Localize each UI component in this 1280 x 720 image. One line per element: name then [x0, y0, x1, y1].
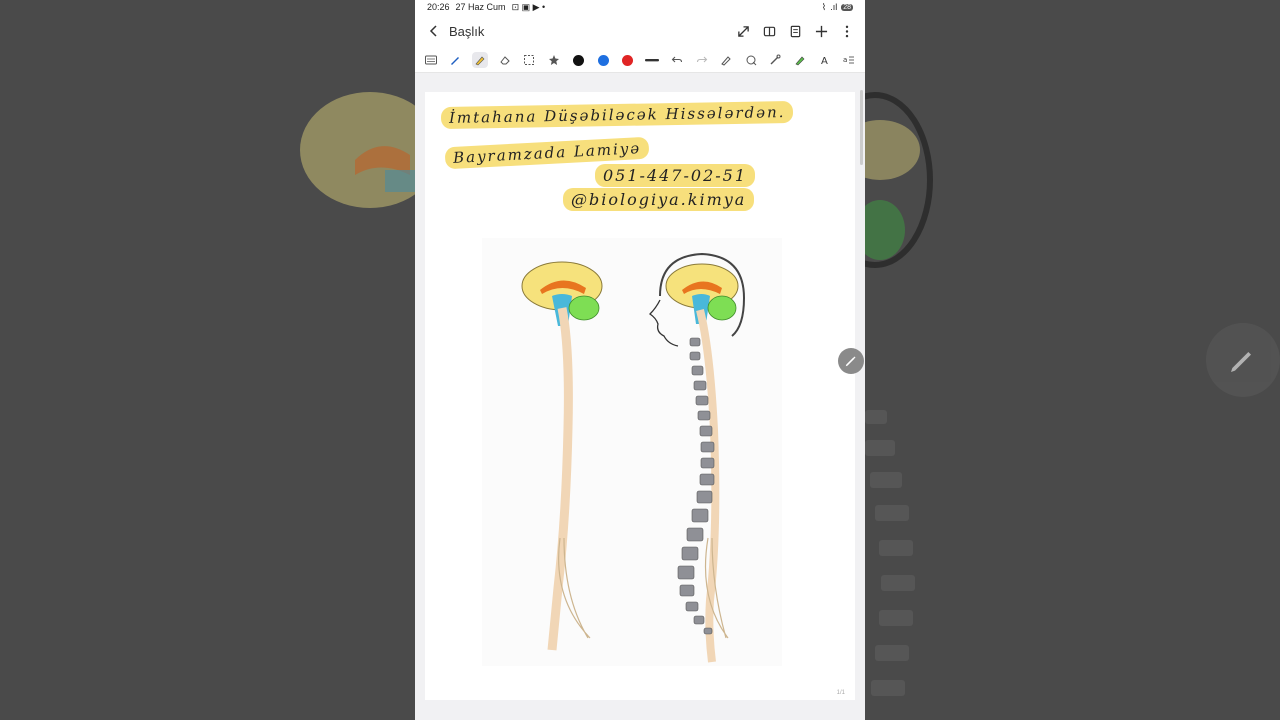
page-number: 1/1 — [836, 690, 845, 696]
back-button[interactable] — [425, 22, 443, 40]
highlighter-icon — [475, 56, 485, 66]
split-view-button[interactable] — [761, 23, 777, 39]
edit-fab-blurred — [1206, 323, 1280, 397]
nervous-system-illustration — [482, 238, 782, 666]
stroke-width-tool[interactable] — [644, 52, 660, 68]
status-date: 27 Haz Cum — [455, 2, 506, 12]
title-bar: Başlık — [415, 14, 865, 48]
handwritten-title: İmtahana Düşəbiləcək Hissələrdən. — [440, 100, 794, 130]
chevron-left-icon — [429, 25, 437, 37]
text-icon: A — [821, 56, 828, 66]
more-vertical-icon — [845, 25, 849, 37]
color-black[interactable] — [571, 52, 587, 68]
pen-settings-icon — [721, 56, 731, 66]
selection-icon — [524, 55, 535, 65]
ocr-tool[interactable]: a — [841, 52, 857, 68]
star-icon — [548, 55, 559, 65]
pen-settings-tool[interactable] — [718, 52, 734, 68]
color-swatch-black — [572, 54, 584, 66]
more-menu-button[interactable] — [839, 23, 855, 39]
redo-button[interactable] — [694, 52, 710, 68]
edit-button[interactable] — [838, 348, 864, 374]
expand-button[interactable] — [735, 23, 751, 39]
page-title[interactable]: Başlık — [449, 24, 735, 39]
eraser-tool[interactable] — [497, 52, 513, 68]
color-swatch-red — [622, 54, 634, 66]
plus-icon — [815, 25, 827, 37]
color-blue[interactable] — [595, 52, 611, 68]
laser-tool[interactable] — [768, 52, 784, 68]
background-blur-left — [0, 0, 415, 720]
expand-icon — [737, 25, 749, 37]
color-red[interactable] — [620, 52, 636, 68]
undo-button[interactable] — [669, 52, 685, 68]
lasso-tool[interactable] — [521, 52, 537, 68]
undo-icon — [671, 56, 682, 63]
convert-text-icon: a — [843, 56, 855, 64]
keyboard-tool[interactable] — [423, 52, 439, 68]
highlighter-tool[interactable] — [472, 52, 488, 68]
split-view-icon — [763, 26, 775, 36]
notification-icons: ⊡ ▣ ▶ • — [511, 1, 546, 12]
eraser-icon — [499, 56, 510, 65]
handwritten-phone: 051-447-02-51 — [595, 164, 756, 187]
shape-pen-icon — [746, 55, 757, 66]
handwritten-handle: @biologiya.kimya — [563, 188, 755, 211]
app-window: 20:26 27 Haz Cum ⊡ ▣ ▶ • ⌇ .ıl 28 Başlık — [415, 0, 865, 720]
redo-icon — [696, 56, 707, 63]
line-weight-icon — [645, 59, 660, 62]
elements-tool[interactable] — [546, 52, 562, 68]
pen-icon — [451, 57, 460, 65]
shape-tool[interactable] — [743, 52, 759, 68]
pen-tool[interactable] — [448, 52, 464, 68]
svg-text:A: A — [821, 56, 828, 66]
document-icon — [790, 25, 800, 37]
vertical-scrollbar[interactable] — [860, 90, 863, 165]
laser-pointer-icon — [770, 54, 781, 65]
svg-text:a: a — [843, 56, 847, 64]
note-page[interactable]: İmtahana Düşəbiləcək Hissələrdən. Bayram… — [425, 92, 855, 700]
pencil-icon — [1231, 352, 1251, 372]
battery-indicator: 28 — [841, 3, 853, 11]
status-time: 20:26 — [427, 2, 450, 12]
status-bar: 20:26 27 Haz Cum ⊡ ▣ ▶ • ⌇ .ıl 28 — [415, 0, 865, 14]
highlighter-green-tool[interactable] — [792, 52, 808, 68]
head-right — [648, 252, 746, 347]
keyboard-icon — [424, 55, 437, 65]
page-view-button[interactable] — [787, 23, 803, 39]
bottom-area — [415, 700, 865, 720]
drawing-toolbar: A a — [415, 48, 865, 73]
wifi-icon: ⌇ — [821, 1, 827, 12]
color-swatch-blue — [597, 54, 609, 66]
pencil-icon — [845, 356, 856, 367]
signal-icon: .ıl — [830, 2, 838, 12]
brain-blur-illustration — [300, 92, 415, 208]
green-highlighter-icon — [795, 56, 805, 66]
add-button[interactable] — [813, 23, 829, 39]
text-tool[interactable]: A — [817, 52, 833, 68]
